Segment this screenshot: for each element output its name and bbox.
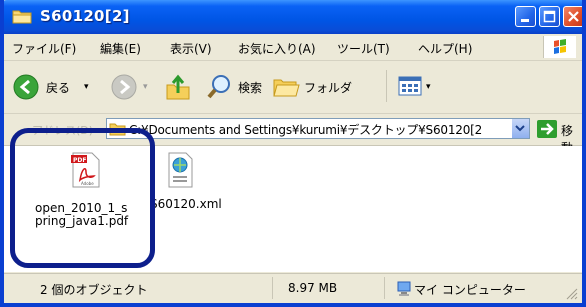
views-button[interactable]: ▾ — [396, 74, 440, 100]
up-folder-button[interactable] — [164, 74, 194, 100]
file-item-pdf[interactable]: PDF Adobe open_2010_1_s pring_java1.pdf — [34, 152, 144, 242]
menu-file[interactable]: ファイル(F) — [12, 40, 76, 57]
window-title: S60120[2] — [40, 7, 130, 25]
svg-text:Adobe: Adobe — [81, 181, 94, 186]
address-field[interactable]: C:¥Documents and Settings¥kurumi¥デスクトップ¥… — [106, 118, 530, 139]
folders-button[interactable]: フォルダ — [272, 74, 356, 100]
file-list: PDF Adobe open_2010_1_s pring_java1.pdf … — [4, 146, 582, 272]
back-dropdown-icon[interactable]: ▾ — [84, 82, 89, 92]
toolbar: 戻る ▾ ▾ 検索 フォルダ ▾ — [4, 61, 582, 114]
windows-flag-icon — [554, 39, 566, 54]
status-bar: 2 個のオブジェクト 8.97 MB マイ コンピューター — [4, 273, 582, 303]
menu-favorites[interactable]: お気に入り(A) — [238, 40, 316, 57]
windows-logo — [543, 36, 576, 58]
status-size: 8.97 MB — [288, 281, 338, 295]
close-button[interactable] — [563, 6, 582, 27]
address-folder-icon — [109, 123, 126, 136]
address-label: アドレス(D) — [32, 124, 94, 137]
search-label: 検索 — [238, 81, 263, 95]
folders-label: フォルダ — [304, 81, 353, 95]
title-bar[interactable]: S60120[2] — [4, 0, 582, 34]
folder-icon — [12, 10, 32, 24]
menu-help[interactable]: ヘルプ(H) — [418, 40, 472, 57]
status-location: マイ コンピューター — [414, 283, 526, 297]
resize-grip-icon[interactable] — [566, 288, 578, 300]
views-icon — [398, 76, 422, 96]
search-button[interactable]: 検索 — [206, 74, 262, 100]
my-computer-icon — [397, 281, 411, 296]
status-separator — [272, 277, 273, 299]
up-folder-icon — [166, 74, 190, 100]
back-label: 戻る — [46, 81, 71, 95]
views-dropdown-icon[interactable]: ▾ — [426, 82, 431, 92]
address-dropdown-button[interactable] — [511, 119, 529, 138]
menu-bar: ファイル(F) 編集(E) 表示(V) お気に入り(A) ツール(T) ヘルプ(… — [4, 34, 582, 61]
menu-view[interactable]: 表示(V) — [170, 40, 212, 57]
forward-arrow-icon — [111, 74, 137, 100]
status-separator — [384, 277, 385, 299]
toolbar-separator — [386, 70, 387, 102]
file-item-xml[interactable]: S60120.xml — [144, 152, 234, 222]
address-path: C:¥Documents and Settings¥kurumi¥デスクトップ¥… — [129, 123, 483, 137]
chevron-down-icon — [515, 125, 525, 132]
maximize-button[interactable] — [539, 6, 560, 27]
back-arrow-icon — [13, 74, 39, 100]
status-object-count: 2 個のオブジェクト — [40, 283, 148, 297]
go-button[interactable] — [537, 120, 557, 138]
svg-text:PDF: PDF — [73, 157, 86, 164]
menu-tools[interactable]: ツール(T) — [337, 40, 390, 57]
minimize-button[interactable] — [515, 6, 536, 27]
file-name-xml: S60120.xml — [150, 197, 222, 211]
minimize-icon — [521, 19, 529, 22]
pdf-file-icon: PDF Adobe — [71, 152, 100, 188]
maximize-icon — [543, 10, 556, 23]
back-button[interactable]: 戻る ▾ — [12, 74, 102, 100]
xml-file-icon — [168, 152, 193, 188]
close-icon — [568, 11, 579, 22]
folders-icon — [273, 79, 300, 97]
menu-edit[interactable]: 編集(E) — [100, 40, 141, 57]
forward-button[interactable]: ▾ — [110, 74, 156, 100]
address-bar: アドレス(D) C:¥Documents and Settings¥kurumi… — [4, 114, 582, 155]
search-icon — [207, 75, 230, 99]
forward-dropdown-icon[interactable]: ▾ — [143, 82, 148, 92]
go-arrow-icon — [541, 123, 554, 135]
explorer-window: S60120[2] ファイル(F) 編集(E) 表示(V) お気に入り(A) ツ… — [0, 0, 586, 307]
file-name-line2: pring_java1.pdf — [35, 214, 129, 228]
